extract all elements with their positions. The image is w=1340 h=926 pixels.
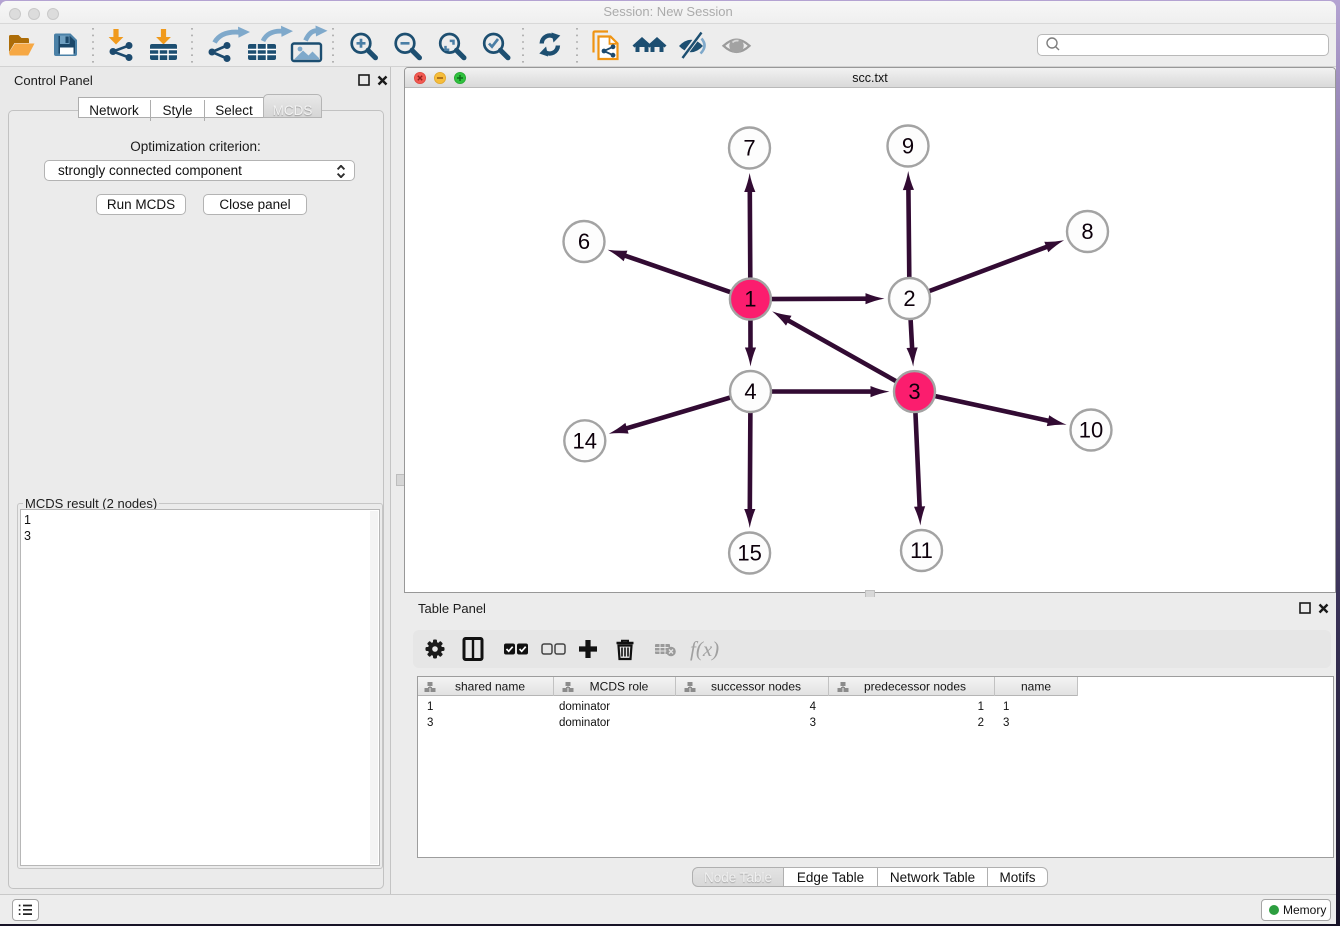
svg-text:15: 15	[737, 541, 761, 566]
svg-text:3: 3	[810, 717, 816, 729]
svg-text:dominator: dominator	[559, 717, 610, 729]
svg-text:3: 3	[908, 379, 920, 404]
svg-text:successor nodes: successor nodes	[711, 680, 801, 694]
svg-text:3: 3	[1003, 717, 1009, 729]
svg-text:2: 2	[903, 286, 915, 311]
svg-text:name: name	[1021, 680, 1051, 694]
svg-text:predecessor nodes: predecessor nodes	[864, 680, 966, 694]
svg-text:4: 4	[744, 379, 756, 404]
svg-text:MCDS role: MCDS role	[590, 680, 649, 694]
svg-text:7: 7	[743, 136, 755, 161]
svg-text:1: 1	[744, 287, 756, 312]
svg-text:8: 8	[1081, 219, 1093, 244]
svg-text:dominator: dominator	[559, 701, 610, 713]
svg-text:3: 3	[427, 717, 433, 729]
svg-text:9: 9	[902, 134, 914, 159]
svg-text:4: 4	[810, 701, 817, 713]
svg-text:2: 2	[978, 717, 984, 729]
svg-text:10: 10	[1079, 418, 1103, 443]
svg-text:f(x): f(x)	[690, 637, 719, 661]
svg-text:1: 1	[427, 701, 433, 713]
svg-text:6: 6	[578, 229, 590, 254]
svg-text:shared name: shared name	[455, 680, 525, 694]
svg-text:14: 14	[573, 428, 597, 453]
svg-text:1: 1	[978, 701, 984, 713]
svg-text:1: 1	[1003, 701, 1009, 713]
svg-text:11: 11	[910, 538, 933, 563]
